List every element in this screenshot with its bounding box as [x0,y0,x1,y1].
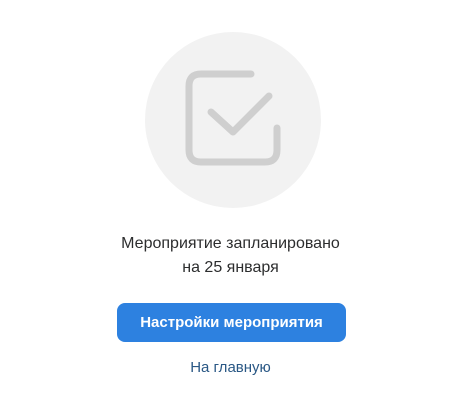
event-settings-button[interactable]: Настройки мероприятия [117,303,346,342]
success-illustration [145,32,321,208]
checkbox-checked-icon [185,70,281,166]
message-line-2: на 25 января [182,259,279,276]
event-scheduled-screen: Мероприятие запланировано на 25 января Н… [0,0,461,417]
go-home-link[interactable]: На главную [0,358,461,378]
scheduled-message: Мероприятие запланировано на 25 января [0,232,461,280]
message-line-1: Мероприятие запланировано [121,235,340,252]
